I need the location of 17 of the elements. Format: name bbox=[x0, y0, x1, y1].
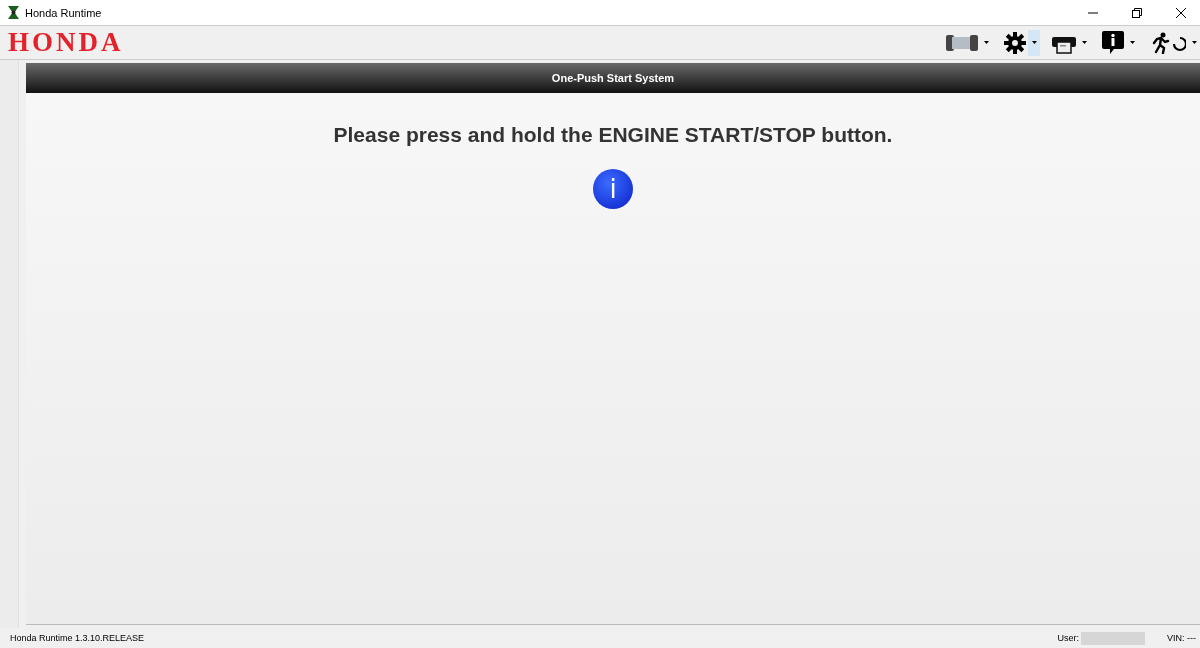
restore-icon bbox=[1132, 7, 1142, 18]
info-icon: i bbox=[593, 169, 633, 209]
redacted-field bbox=[1081, 631, 1145, 645]
panel-header: One-Push Start System bbox=[26, 63, 1200, 93]
logo: HONDA bbox=[8, 27, 124, 58]
window-title: Honda Runtime bbox=[25, 6, 103, 19]
close-icon bbox=[1176, 7, 1186, 18]
dropdown-caret[interactable] bbox=[1028, 29, 1040, 56]
app-icon bbox=[8, 6, 19, 19]
vin-text: VIN: --- bbox=[1167, 633, 1196, 643]
connector-icon bbox=[946, 32, 978, 53]
gear-icon bbox=[1004, 31, 1026, 54]
running-person-icon bbox=[1150, 31, 1186, 54]
instruction-text: Please press and hold the ENGINE START/STOP button. bbox=[333, 123, 893, 147]
user-label: User: bbox=[1057, 633, 1079, 643]
version-text: Honda Runtime 1.3.10.RELEASE bbox=[10, 633, 145, 643]
info-bubble-icon bbox=[1102, 30, 1124, 55]
